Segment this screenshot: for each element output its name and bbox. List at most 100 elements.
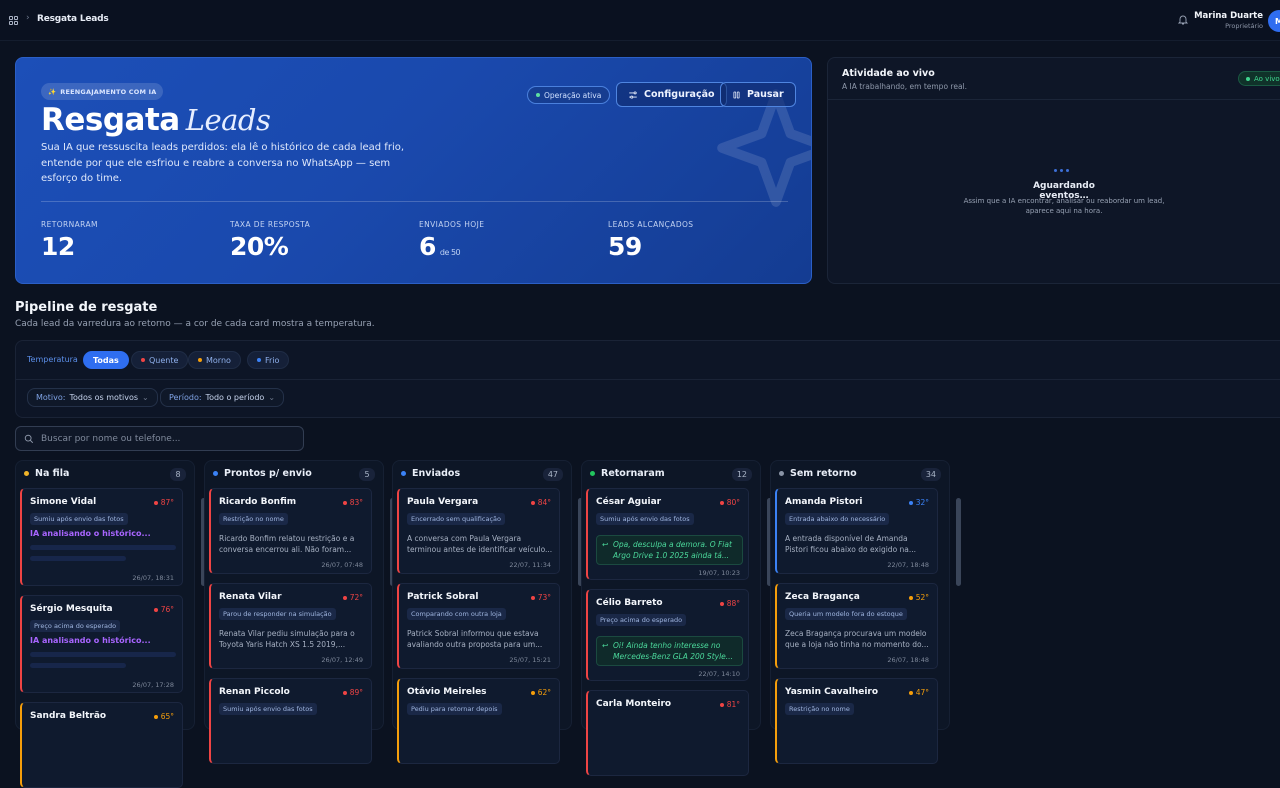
temperature-dot-icon [530,690,535,695]
reason-tag: Encerrado sem qualificação [407,513,505,525]
lead-card[interactable]: Renata Vilar 72° Parou de responder na sim… [209,583,372,669]
timestamp: 22/07, 18:48 [887,561,929,569]
kanban-column: Na fila 8 Simone Vidal 87° Sumiu após envio … [15,460,206,788]
chip-all[interactable]: Todas [83,351,129,369]
lead-card[interactable]: Paula Vergara 84° Encerrado sem qualificaç… [397,488,560,574]
column-dot-icon [779,471,784,476]
lead-name: Renata Vilar [219,592,282,602]
pause-button[interactable]: Pausar [720,82,796,107]
temperature-dot-icon [530,500,535,505]
column-title: Sem retorno [779,468,857,479]
reason-tag: Parou de responder na simulação [219,608,336,620]
temperature-dot-icon [908,595,913,600]
sparkles-icon: ✨ [48,87,57,96]
avatar[interactable]: M [1268,10,1280,32]
column-dot-icon [24,471,29,476]
lead-name: César Aguiar [596,497,662,507]
column-dot-icon [401,471,406,476]
lead-card[interactable]: Célio Barreto 88° Preço acima do esperado ↩… [586,589,749,681]
temperature-value: 32° [915,498,929,507]
loading-bar [30,663,126,668]
lead-card[interactable]: Amanda Pistori 32° Entrada abaixo do neces… [775,488,938,574]
reason-tag: Queria um modelo fora do estoque [785,608,907,620]
lead-name: Carla Monteiro [596,699,672,709]
lead-name: Ricardo Bonfim [219,497,297,507]
column-count: 47 [542,468,563,481]
breadcrumb[interactable]: Resgata Leads [37,14,109,24]
temperature-dot-icon [153,500,158,505]
bell-icon[interactable] [1177,13,1189,26]
temperature-badge: 81° [719,700,740,709]
reason-tag: Entrada abaixo do necessário [785,513,890,525]
divider [41,201,788,202]
reply-arrow-icon: ↩ [602,540,609,549]
temperature-value: 89° [349,688,363,697]
timestamp: 26/07, 12:49 [321,656,363,664]
timestamp: 26/07, 18:31 [132,574,174,582]
column-title-label: Prontos p/ envio [224,468,312,479]
column-count: 34 [920,468,941,481]
search-input[interactable]: Buscar por nome ou telefone... [15,426,304,451]
lead-name: Renan Piccolo [219,687,290,697]
top-bar: › Resgata Leads Marina Duarte Proprietár… [0,0,1280,41]
temperature-badge: 88° [719,599,740,608]
temperature-value: 87° [160,498,174,507]
lead-summary: A conversa com Paula Vergara terminou an… [407,534,553,554]
column-title-label: Sem retorno [790,468,857,479]
column-title-label: Enviados [412,468,461,479]
reason-tag: Comparando com outra loja [407,608,506,620]
lead-reply: ↩ Opa, desculpa a demora. O Fiat Argo Dri… [596,535,743,565]
scrollbar[interactable] [956,498,961,586]
motivo-select[interactable]: Motivo: Todos os motivos ⌄ [27,388,158,407]
kanban-column: Sem retorno 34 Amanda Pistori 32° Entrada ab… [770,460,961,764]
chevron-right-icon: › [26,13,30,23]
stat-response-rate: TAXA DE RESPOSTA 20% [230,220,311,261]
timestamp: 19/07, 10:23 [698,569,740,577]
temperature-dot-icon [719,500,724,505]
column-title: Retornaram [590,468,665,479]
lead-card[interactable]: Otávio Meireles 62° Pediu para retornar de… [397,678,560,764]
lead-card[interactable]: César Aguiar 80° Sumiu após envio das foto… [586,488,749,580]
lead-card[interactable]: Zeca Bragança 52° Queria um modelo fora do… [775,583,938,669]
lead-name: Amanda Pistori [785,497,863,507]
lead-card[interactable]: Simone Vidal 87° Sumiu após envio das foto… [20,488,183,586]
lead-card[interactable]: Carla Monteiro 81° [586,690,749,776]
lead-name: Célio Barreto [596,598,663,608]
column-dot-icon [213,471,218,476]
temperature-badge: 32° [908,498,929,507]
lead-name: Yasmin Cavalheiro [785,687,879,697]
reason-tag: Sumiu após envio das fotos [30,513,128,525]
lead-card[interactable]: Ricardo Bonfim 83° Restrição no nome Ricard… [209,488,372,574]
lead-card[interactable]: Sérgio Mesquita 76° Preço acima do esperad… [20,595,183,693]
chip-cold[interactable]: Frio [247,351,290,369]
waiting-help: Assim que a IA encontrar, analisar ou re… [963,197,1165,215]
temperature-dot-icon [908,500,913,505]
periodo-select[interactable]: Período: Todo o período ⌄ [160,388,285,407]
temperature-dot-icon [719,702,724,707]
chip-hot[interactable]: Quente [131,351,189,369]
column-title-label: Retornaram [601,468,665,479]
lead-card[interactable]: Sandra Beltrão 65° [20,702,183,788]
reason-tag: Pediu para retornar depois [407,703,502,715]
settings-button[interactable]: Configuração [616,82,727,107]
column-title: Prontos p/ envio [213,468,312,479]
reply-arrow-icon: ↩ [602,641,609,650]
user-name[interactable]: Marina Duarte [1194,11,1263,21]
apps-grid-icon[interactable] [9,16,18,25]
lead-name: Sandra Beltrão [30,711,107,721]
lead-card[interactable]: Renan Piccolo 89° Sumiu após envio das fot… [209,678,372,764]
chip-warm[interactable]: Morno [188,351,241,369]
timestamp: 25/07, 15:21 [509,656,551,664]
lead-summary: Ricardo Bonfim relatou restrição e a con… [219,534,355,554]
lead-card[interactable]: Yasmin Cavalheiro 47° Restrição no nome [775,678,938,764]
lead-card[interactable]: Patrick Sobral 73° Comparando com outra lo… [397,583,560,669]
column-title-label: Na fila [35,468,70,479]
pause-icon [733,91,740,98]
kanban-column: Retornaram 12 César Aguiar 80° Sumiu após en… [581,460,772,776]
section-subtitle: Cada lead da varredura ao retorno — a co… [15,319,375,329]
temperature-dot-icon [719,601,724,606]
reason-tag: Restrição no nome [219,513,288,525]
lead-name: Otávio Meireles [407,687,487,697]
temperature-dot-icon [530,595,535,600]
loading-bar [30,556,126,561]
